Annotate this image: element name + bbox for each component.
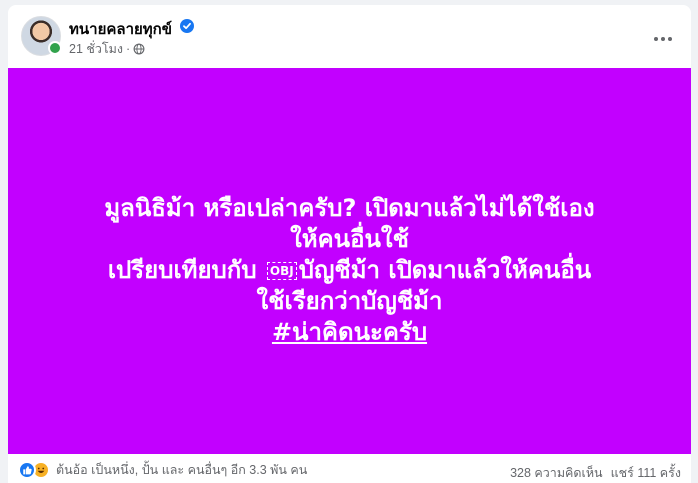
verified-badge-icon (180, 19, 194, 33)
post-line: มูลนิธิม้า หรือเปล่าครับ? เปิดมาแล้วไม่ไ… (104, 193, 595, 222)
post-line: ใช้เรียกว่าบัญชีม้า (256, 286, 443, 315)
post-body: มูลนิธิม้า หรือเปล่าครับ? เปิดมาแล้วไม่ไ… (8, 68, 691, 454)
post-header: ทนายคลายทุกข์ 21 ชั่วโมง · (8, 5, 691, 68)
globe-icon (133, 43, 145, 55)
more-horizontal-icon (654, 37, 672, 41)
object-placeholder-glyph: OBJ (266, 261, 297, 280)
author-name[interactable]: ทนายคลายทุกข์ (69, 17, 172, 41)
online-status-dot (48, 41, 62, 55)
post-options-button[interactable] (645, 21, 681, 57)
meta-separator: · (125, 42, 131, 56)
comments-count[interactable]: 328 ความคิดเห็น (510, 463, 603, 483)
engagement-counts: 328 ความคิดเห็น แชร์ 111 ครั้ง (510, 463, 681, 483)
post-meta: 21 ชั่วโมง · (69, 39, 145, 59)
hashtag-link[interactable]: #น่าคิดนะครับ (104, 317, 594, 348)
reaction-summary-text[interactable]: ต้นอ้อ เป็นหนึ่ง, ปั้น และ คนอื่นๆ อีก 3… (56, 460, 307, 480)
post-line: ให้คนอื่นใช้ (290, 224, 409, 253)
post-card: ทนายคลายทุกข์ 21 ชั่วโมง · มูลนิธิม้า หร… (8, 5, 691, 483)
post-text: มูลนิธิม้า หรือเปล่าครับ? เปิดมาแล้วไม่ไ… (104, 193, 594, 348)
like-reaction-icon (18, 461, 36, 479)
post-footer: ต้นอ้อ เป็นหนึ่ง, ปั้น และ คนอื่นๆ อีก 3… (8, 454, 691, 483)
author-avatar[interactable] (21, 16, 62, 56)
post-line: เปรียบเทียบกับ OBJ บัญชีม้า เปิดมาแล้วให้… (104, 255, 594, 286)
shares-count[interactable]: แชร์ 111 ครั้ง (611, 463, 681, 483)
post-line-part: บัญชีม้า เปิดมาแล้วให้คนอื่น (298, 255, 592, 284)
post-time[interactable]: 21 ชั่วโมง (69, 39, 123, 59)
reactions-summary[interactable]: ต้นอ้อ เป็นหนึ่ง, ปั้น และ คนอื่นๆ อีก 3… (18, 460, 307, 480)
post-line-part: เปรียบเทียบกับ (107, 255, 257, 284)
